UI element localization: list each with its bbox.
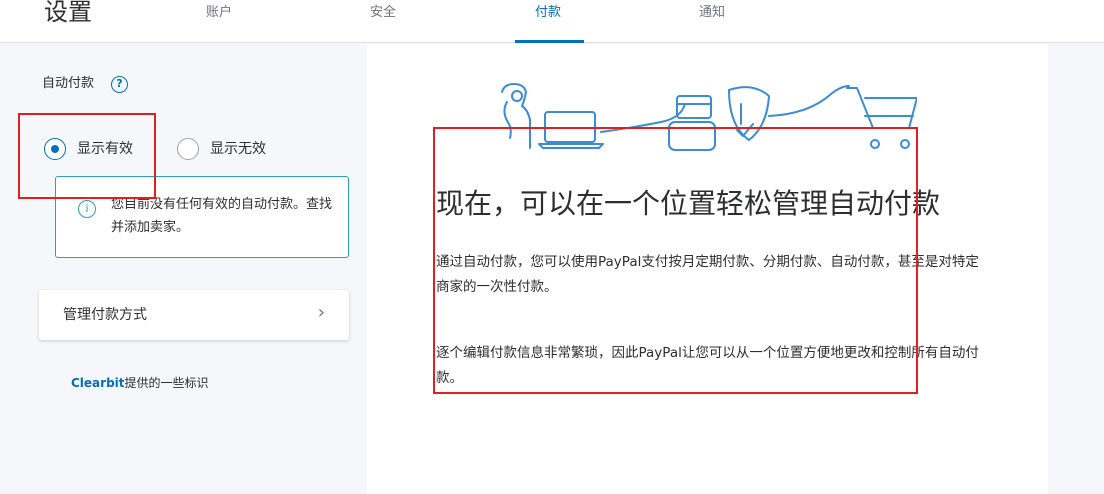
main-content: 现在，可以在一个位置轻松管理自动付款 通过自动付款，您可以使用PayPal支付按… — [367, 44, 1048, 494]
manage-payment-methods-button[interactable]: 管理付款方式 › — [39, 290, 349, 340]
radio-show-inactive[interactable]: 显示无效 — [177, 138, 266, 160]
radio-unchecked-icon[interactable] — [177, 138, 199, 160]
shopping-cart-icon — [846, 87, 917, 149]
benefit-paragraph: 逐个编辑付款信息非常繁琐，因此PayPal让您可以从一个位置方便地更改和控制所有… — [436, 345, 979, 386]
page-title: 设置 — [44, 0, 92, 26]
connector-line-2 — [768, 85, 850, 117]
help-icon[interactable]: ? — [111, 76, 128, 93]
clearbit-attribution: Clearbit提供的一些标识 — [71, 374, 209, 392]
radio-show-inactive-label: 显示无效 — [210, 141, 266, 157]
tab-security[interactable]: 安全 — [370, 2, 396, 24]
radio-checked-icon[interactable] — [44, 138, 66, 160]
person-icon — [501, 83, 531, 149]
wallet-icon — [668, 95, 716, 151]
manage-payment-methods-label: 管理付款方式 — [63, 307, 147, 323]
radio-show-active[interactable]: 显示有效 — [44, 138, 133, 160]
sidebar: 自动付款 ? 显示有效 显示无效 i 您目前没有任何有效的自动付款。查找并添加卖… — [0, 44, 366, 494]
info-icon: i — [78, 200, 96, 218]
radio-show-active-label: 显示有效 — [77, 141, 133, 157]
laptop-icon — [538, 111, 604, 149]
shield-icon — [728, 86, 770, 141]
autopay-heading: 自动付款 — [42, 76, 95, 91]
connector-line — [600, 103, 686, 133]
chevron-right-icon: › — [317, 302, 325, 323]
clearbit-link[interactable]: Clearbit — [71, 376, 125, 390]
active-tab-indicator — [515, 40, 584, 43]
tab-payments[interactable]: 付款 — [535, 2, 561, 24]
no-autopay-info-box: i 您目前没有任何有效的自动付款。查找并添加卖家。 — [55, 176, 349, 258]
info-message: 您目前没有任何有效的自动付款。查找并添加卖家。 — [111, 197, 333, 235]
autopay-illustration — [501, 83, 917, 151]
intro-paragraph: 通过自动付款，您可以使用PayPal支付按月定期付款、分期付款、自动付款，甚至是… — [436, 254, 979, 295]
tab-account[interactable]: 账户 — [206, 2, 232, 24]
main-headline: 现在，可以在一个位置轻松管理自动付款 — [436, 187, 941, 220]
tab-notifications[interactable]: 通知 — [699, 2, 725, 24]
header-bar: 设置 账户 安全 付款 通知 — [0, 0, 1104, 43]
clearbit-suffix: 提供的一些标识 — [124, 376, 209, 390]
